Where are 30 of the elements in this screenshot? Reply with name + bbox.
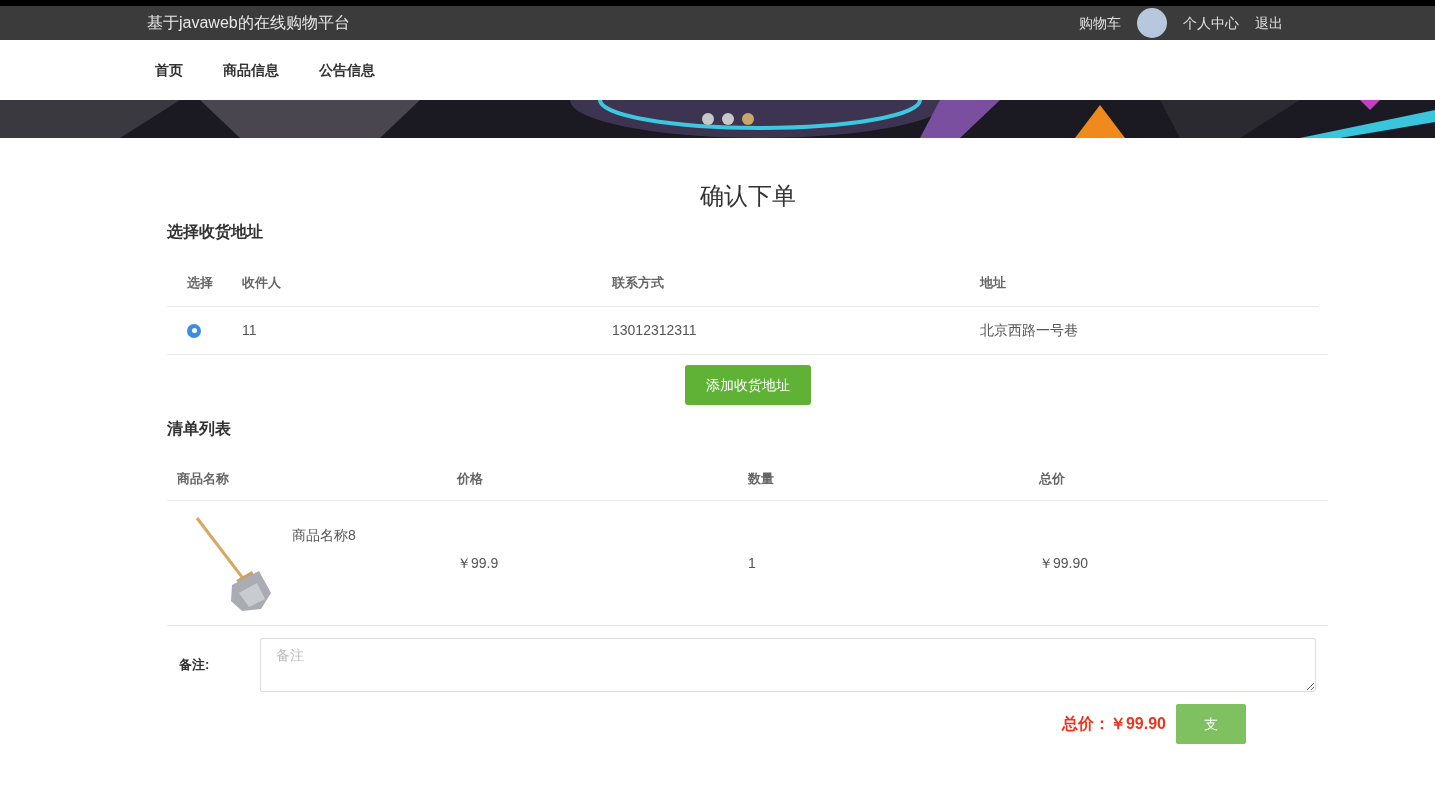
table-cell-text: 13012312311 — [612, 321, 698, 340]
product-name: 商品名称8 — [292, 526, 356, 545]
nav-link[interactable]: 公告信息 — [319, 59, 375, 81]
table-cell-text: 北京西路一号巷 — [980, 321, 1079, 340]
avatar[interactable] — [1137, 8, 1167, 38]
header-link[interactable]: 退出 — [1255, 12, 1283, 34]
nav-link[interactable]: 商品信息 — [223, 59, 279, 81]
column-header: 价格 — [457, 469, 484, 488]
table-cell-text: 11 — [242, 321, 258, 340]
remark-field[interactable]: 备注 — [260, 638, 1316, 692]
nav-link[interactable]: 首页 — [155, 59, 183, 81]
site-title: 基于javaweb的在线购物平台 — [147, 13, 350, 33]
column-header: 联系方式 — [612, 274, 665, 293]
column-header: 商品名称 — [176, 469, 230, 488]
column-header: 数量 — [748, 469, 775, 488]
header-link[interactable]: 个人中心 — [1183, 12, 1239, 34]
header-link[interactable]: 购物车 — [1079, 12, 1121, 34]
page-title: 确认下单 — [698, 181, 797, 211]
radio-button[interactable] — [187, 323, 201, 338]
remark-label: 备注: — [178, 656, 211, 675]
table-cell-text: ￥99.9 — [457, 553, 500, 573]
section-heading: 选择收货地址 — [167, 222, 264, 243]
column-header: 地址 — [980, 274, 1007, 293]
column-header: 收件人 — [242, 274, 282, 293]
table-cell-text: 1 — [748, 553, 757, 573]
table-cell-text: ￥99.90 — [1039, 553, 1090, 573]
total-price: 总价：￥99.90 — [1061, 714, 1166, 734]
column-header: 总价 — [1039, 469, 1066, 488]
section-heading: 清单列表 — [167, 419, 232, 439]
column-header: 选择 — [186, 274, 214, 293]
